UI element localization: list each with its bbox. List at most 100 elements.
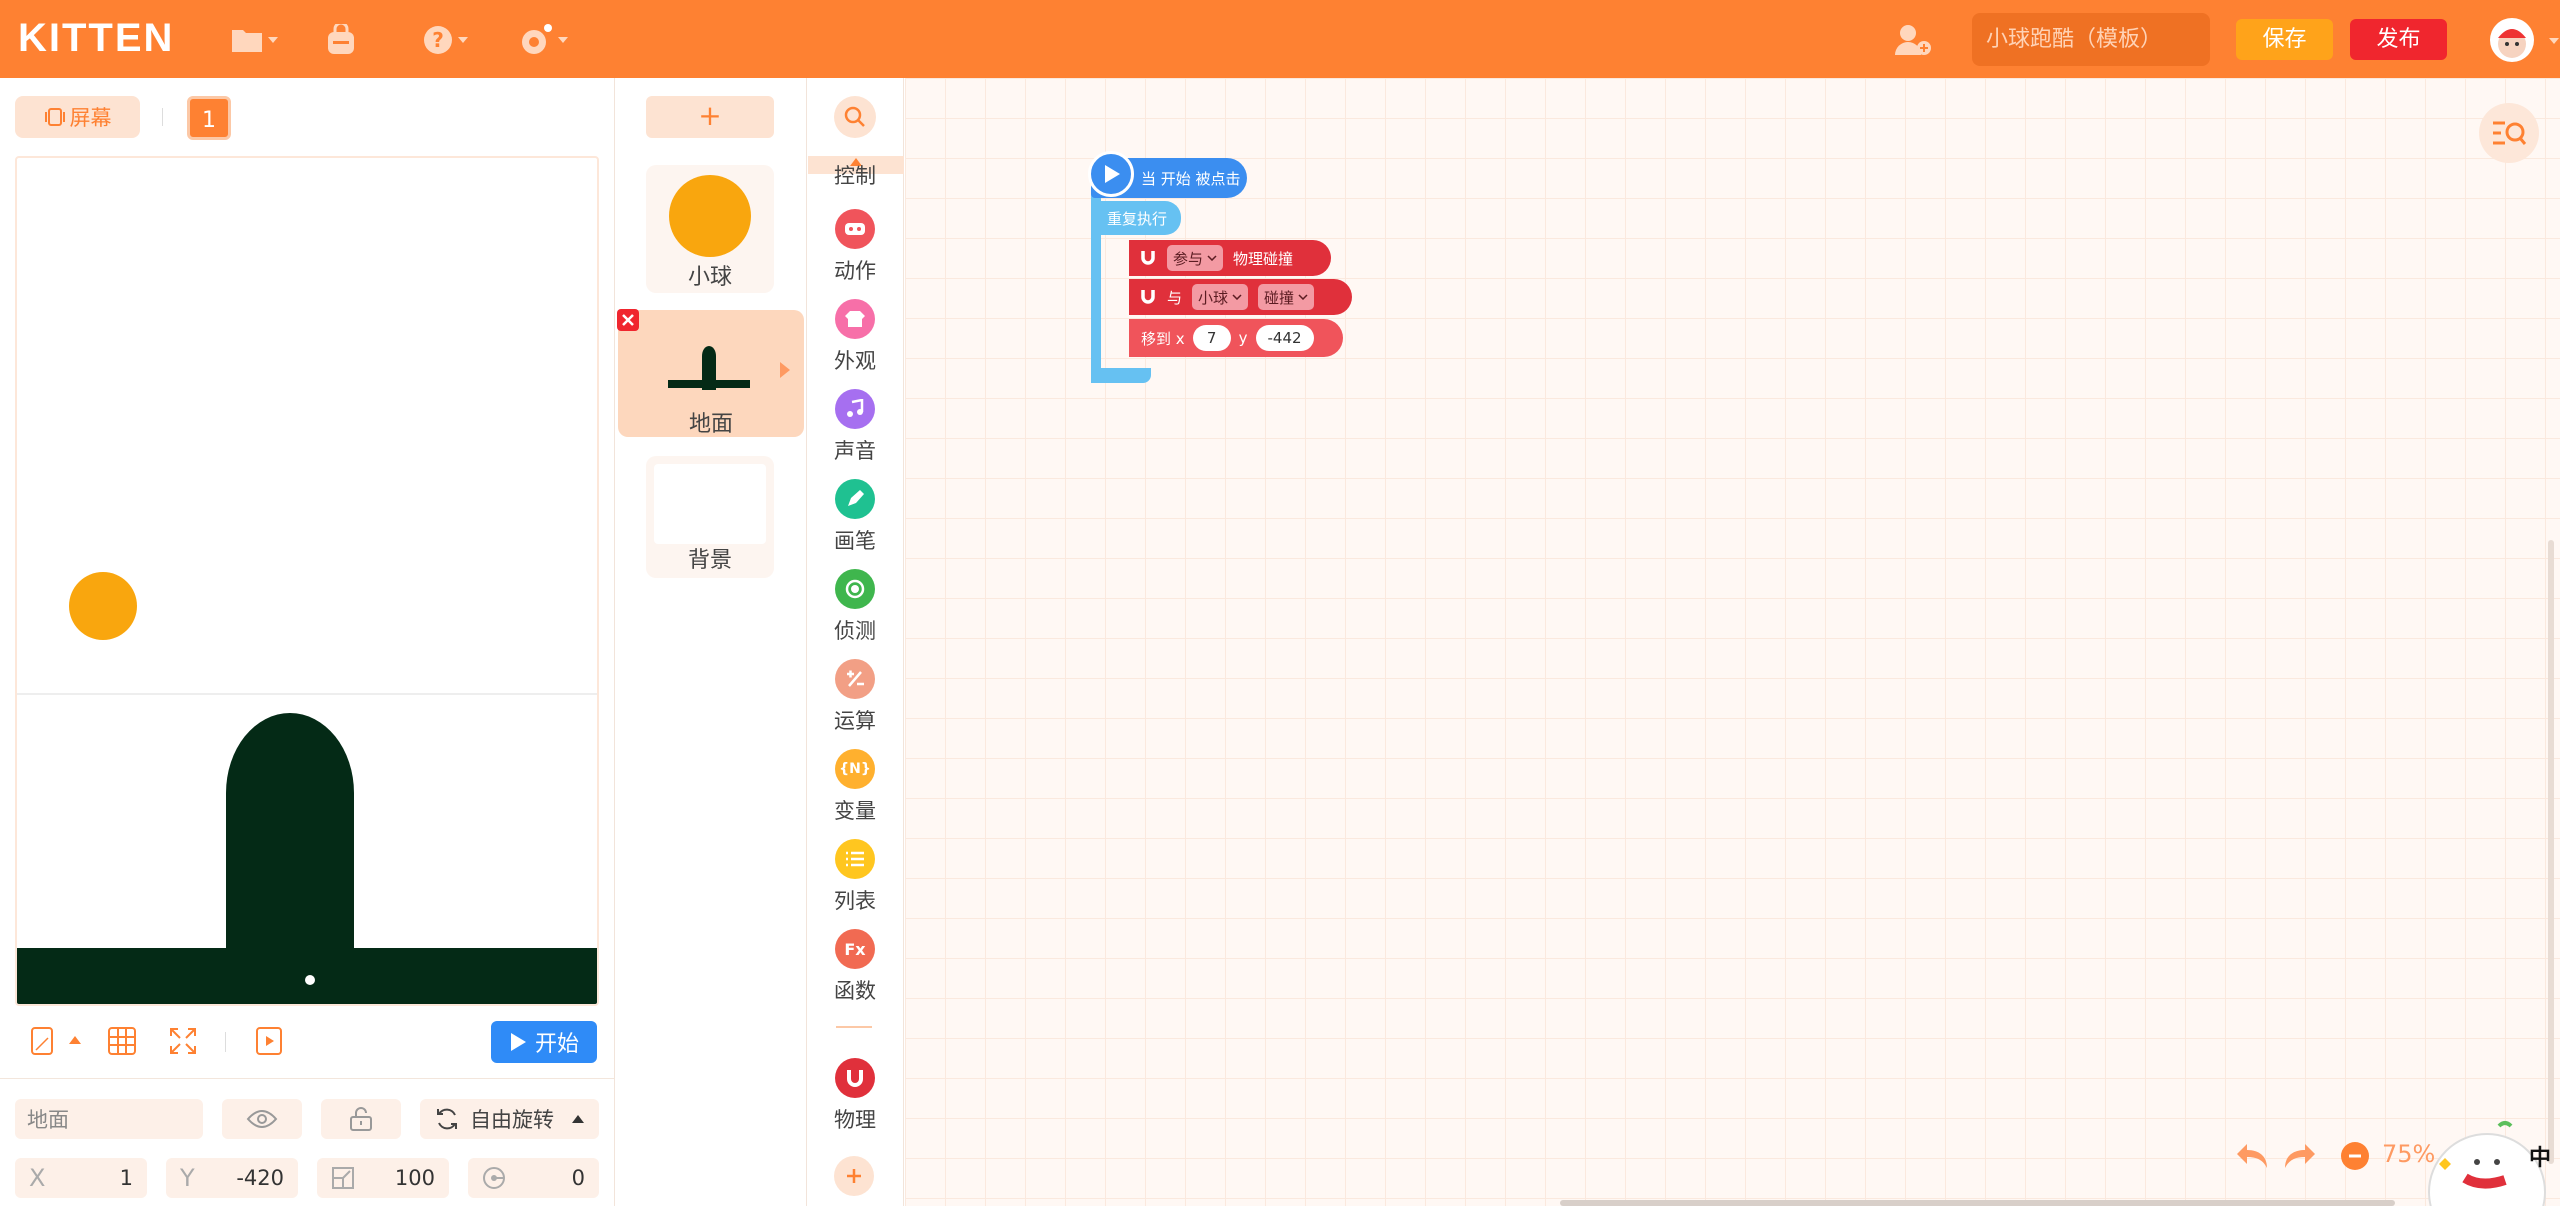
screen-button[interactable]: 屏幕 (15, 96, 140, 138)
kitten-logo: KITTEN (18, 16, 175, 60)
add-extension-button[interactable] (834, 1156, 874, 1196)
category-label: 画笔 (834, 529, 876, 553)
divider (225, 1032, 226, 1052)
visibility-toggle[interactable] (222, 1099, 302, 1139)
category-physics[interactable]: 物理 (806, 1058, 904, 1134)
category-control[interactable]: 控制 (806, 160, 904, 188)
project-name-input[interactable]: 小球跑酷（模板） (1972, 13, 2210, 66)
y-input[interactable]: -442 (1255, 325, 1314, 351)
delete-sprite-button[interactable] (617, 309, 639, 331)
y-field[interactable]: Y -420 (166, 1158, 298, 1198)
start-label: 开始 (534, 1032, 579, 1057)
sprite-label: 地面 (688, 412, 733, 437)
add-collaborator-button[interactable] (1893, 18, 1933, 62)
backpack-icon (328, 24, 354, 54)
chevron-down-icon (1207, 255, 1217, 261)
direction-icon (483, 1167, 505, 1189)
category-label: 声音 (834, 439, 876, 463)
chevron-down-icon (558, 37, 568, 43)
move-to-xy-block[interactable]: 移到 x 7 y -442 (1129, 319, 1343, 357)
device-icon[interactable] (30, 1026, 54, 1056)
file-menu[interactable] (230, 18, 278, 62)
category-looks[interactable]: 外观 (806, 299, 904, 375)
ground-sprite[interactable] (17, 698, 599, 1006)
physics-icon (835, 1058, 875, 1098)
x-field[interactable]: X 1 (15, 1158, 147, 1198)
divider (0, 1078, 614, 1079)
help-menu[interactable]: ? (422, 18, 468, 62)
category-operators[interactable]: 运算 (806, 659, 904, 735)
save-button[interactable]: 保存 (2236, 19, 2333, 60)
category-sensing[interactable]: 侦测 (806, 569, 904, 645)
unlock-icon (350, 1107, 372, 1131)
sprite-label: 小球 (687, 265, 732, 290)
screen-number-tab[interactable]: 1 (187, 96, 231, 140)
sprite-card-ball[interactable]: 小球 (646, 165, 774, 293)
code-workspace[interactable]: 重复执行 当 开始 被点击 参与 物理碰撞 与 小球 碰撞 移到 x 7 y -… (905, 78, 2560, 1206)
looks-icon (835, 299, 875, 339)
search-blocks-button[interactable] (834, 96, 876, 138)
settings-menu[interactable] (518, 18, 568, 62)
category-list[interactable]: 列表 (806, 839, 904, 915)
ground-thumbnail (668, 346, 750, 390)
backpack-button[interactable] (324, 18, 358, 62)
repeat-forever-block[interactable]: 重复执行 (1091, 201, 1181, 235)
sprite-card-background[interactable]: 背景 (646, 456, 774, 578)
stage-divider (17, 693, 597, 695)
motion-icon (835, 209, 875, 249)
category-pen[interactable]: 画笔 (806, 479, 904, 555)
screen-label: 屏幕 (69, 106, 112, 130)
sprite-name-field[interactable]: 地面 (15, 1099, 203, 1139)
eye-icon (246, 1110, 278, 1128)
stage-canvas[interactable] (15, 156, 599, 1006)
publish-button[interactable]: 发布 (2350, 19, 2447, 60)
move-y-label: y (1238, 329, 1248, 347)
category-variables[interactable]: {N} 变量 (806, 749, 904, 825)
collide-with-block[interactable]: 与 小球 碰撞 (1129, 279, 1352, 315)
physics-participate-block[interactable]: 参与 物理碰撞 (1129, 240, 1331, 276)
category-motion[interactable]: 动作 (806, 209, 904, 285)
x-value: 1 (119, 1166, 133, 1190)
y-label: Y (180, 1164, 195, 1192)
category-functions[interactable]: Fx 函数 (806, 929, 904, 1005)
target-dropdown[interactable]: 小球 (1192, 284, 1249, 310)
avatar[interactable] (2490, 18, 2534, 62)
screen-icon (44, 108, 65, 126)
x-input[interactable]: 7 (1192, 325, 1231, 351)
fullscreen-icon[interactable] (168, 1026, 198, 1056)
redo-icon[interactable] (2283, 1142, 2317, 1170)
scale-field[interactable]: 100 (317, 1158, 449, 1198)
sprite-label: 背景 (687, 548, 732, 573)
horizontal-scrollbar[interactable] (1560, 1200, 2395, 1206)
category-label: 动作 (834, 259, 876, 283)
rotation-mode-label: 自由旋转 (470, 1108, 554, 1132)
play-icon (510, 1033, 526, 1051)
add-sprite-button[interactable]: + (646, 96, 774, 138)
preview-icon[interactable] (255, 1026, 283, 1056)
magnet-icon (1141, 251, 1155, 265)
category-label: 物理 (834, 1108, 876, 1132)
sprite-card-ground[interactable]: 地面 (618, 310, 804, 437)
hat-label: 当 开始 被点击 (1141, 169, 1241, 188)
ball-sprite[interactable] (69, 572, 137, 640)
direction-field[interactable]: 0 (468, 1158, 599, 1198)
zoom-level: 75% (2382, 1140, 2436, 1168)
category-sound[interactable]: 声音 (806, 389, 904, 465)
participate-dropdown[interactable]: 参与 (1167, 245, 1224, 271)
grid-icon[interactable] (107, 1026, 137, 1056)
chevron-up-icon[interactable] (69, 1036, 81, 1044)
rotation-mode-select[interactable]: 自由旋转 (420, 1099, 599, 1139)
event-dropdown[interactable]: 碰撞 (1258, 284, 1315, 310)
pen-icon (835, 479, 875, 519)
vertical-scrollbar[interactable] (2548, 540, 2554, 1164)
lock-toggle[interactable] (321, 1099, 401, 1139)
chevron-up-icon (572, 1115, 584, 1123)
undo-icon[interactable] (2235, 1142, 2269, 1170)
chevron-down-icon (458, 37, 468, 43)
variables-icon: {N} (835, 749, 875, 789)
y-value: -420 (236, 1166, 284, 1190)
zoom-out-button[interactable] (2341, 1142, 2369, 1170)
start-button[interactable]: 开始 (491, 1021, 597, 1063)
category-label: 函数 (834, 979, 876, 1003)
block-search-button[interactable] (2479, 103, 2539, 163)
